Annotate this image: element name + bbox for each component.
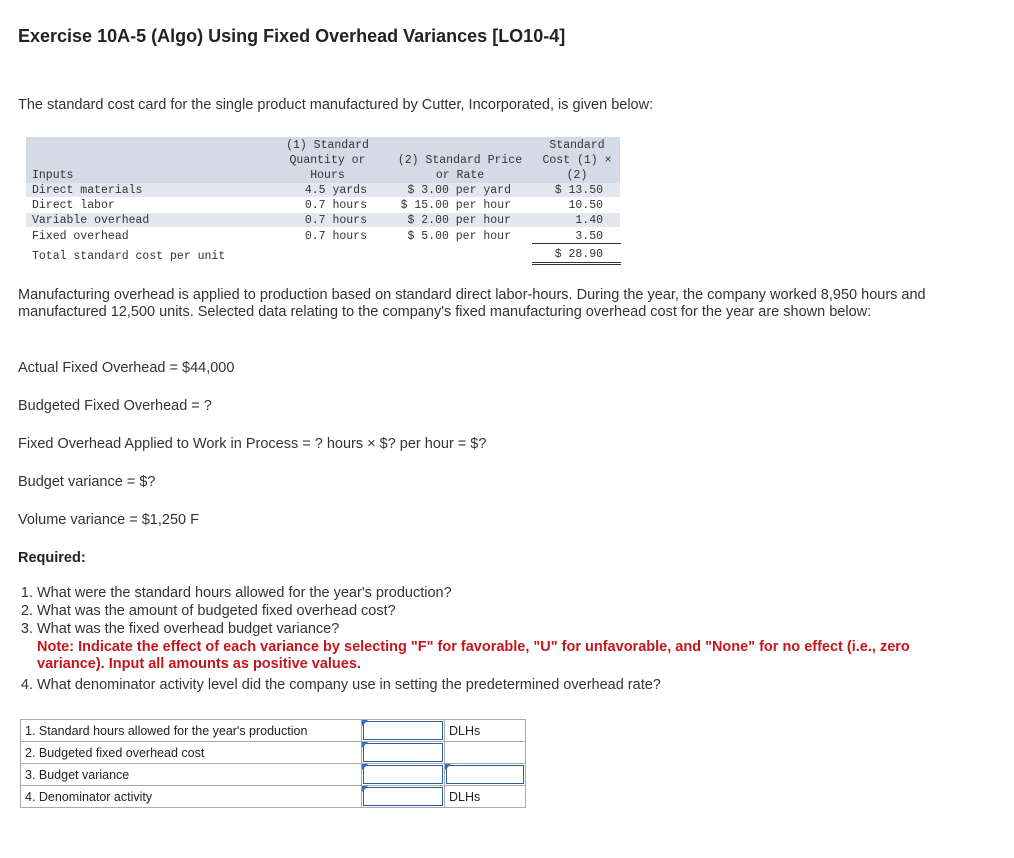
col3-header-line: Standard: [549, 139, 605, 152]
required-heading: Required:: [18, 550, 86, 566]
input-marker-icon: [445, 764, 451, 770]
answer-unit: [444, 741, 526, 764]
budgeted-fixed-overhead: Budgeted Fixed Overhead = ?: [18, 398, 212, 414]
answer-label: 2. Budgeted fixed overhead cost: [20, 741, 362, 764]
answer-label: 1. Standard hours allowed for the year's…: [20, 719, 362, 742]
col2-header-line: (2) Standard Price: [397, 154, 523, 167]
row-price: $ 15.00 per hour: [400, 199, 511, 212]
row-cost: 10.50: [568, 199, 603, 212]
total-label: Total standard cost per unit: [32, 250, 226, 263]
subtotal-rule: [532, 243, 621, 244]
instruction-note: Note: Indicate the effect of each varian…: [37, 639, 910, 672]
variance-effect-dropdown[interactable]: [446, 765, 524, 784]
row-price: $ 2.00 per hour: [407, 214, 511, 227]
answer-input-cell[interactable]: [361, 719, 445, 742]
intro-text: The standard cost card for the single pr…: [18, 97, 654, 113]
standard-hours-input[interactable]: [363, 721, 443, 740]
denominator-activity-input[interactable]: [363, 787, 443, 806]
row-quantity: 0.7 hours: [304, 230, 367, 243]
question-item: What was the amount of budgeted fixed ov…: [37, 602, 661, 620]
answer-table: 1. Standard hours allowed for the year's…: [20, 719, 526, 808]
budget-variance-line: Budget variance = $?: [18, 474, 156, 490]
answer-unit: DLHs: [444, 785, 526, 808]
row-quantity: 0.7 hours: [304, 214, 367, 227]
answer-input-cell[interactable]: [361, 763, 445, 786]
col3-header-line: (2): [566, 169, 588, 182]
answer-input-cell[interactable]: [361, 785, 445, 808]
volume-variance-line: Volume variance = $1,250 F: [18, 512, 199, 528]
row-cost: 1.40: [575, 214, 603, 227]
answer-row: 4. Denominator activity DLHs: [20, 785, 526, 808]
answer-unit: DLHs: [444, 719, 526, 742]
col3-header-line: Cost (1) ×: [542, 154, 612, 167]
col1-header-line: Hours: [310, 169, 345, 182]
question-item: What were the standard hours allowed for…: [37, 584, 661, 602]
row-quantity: 0.7 hours: [304, 199, 367, 212]
answer-row: 3. Budget variance: [20, 763, 526, 786]
input-marker-icon: [362, 786, 368, 792]
input-marker-icon: [362, 720, 368, 726]
row-label: Fixed overhead: [32, 230, 129, 243]
budget-variance-input[interactable]: [363, 765, 443, 784]
actual-fixed-overhead: Actual Fixed Overhead = $44,000: [18, 360, 235, 376]
col1-header-line: (1) Standard: [286, 139, 369, 152]
row-price: $ 3.00 per yard: [407, 184, 511, 197]
row-price: $ 5.00 per hour: [407, 230, 511, 243]
answer-input-cell[interactable]: [361, 741, 445, 764]
row-quantity: 4.5 yards: [304, 184, 367, 197]
budgeted-overhead-input[interactable]: [363, 743, 443, 762]
row-label: Direct labor: [32, 199, 115, 212]
answer-label: 4. Denominator activity: [20, 785, 362, 808]
total-double-rule: [532, 262, 621, 265]
answer-row: 2. Budgeted fixed overhead cost: [20, 741, 526, 764]
total-value: $ 28.90: [554, 248, 603, 261]
answer-row: 1. Standard hours allowed for the year's…: [20, 719, 526, 742]
question-item: What was the fixed overhead budget varia…: [37, 620, 661, 638]
col2-header-line: or Rate: [435, 169, 485, 182]
paragraph-overhead: Manufacturing overhead is applied to pro…: [18, 287, 926, 320]
variance-effect-select[interactable]: [444, 763, 526, 786]
exercise-title: Exercise 10A-5 (Algo) Using Fixed Overhe…: [18, 26, 566, 46]
row-cost: 3.50: [575, 230, 603, 243]
input-marker-icon: [362, 764, 368, 770]
input-marker-icon: [362, 742, 368, 748]
answer-label: 3. Budget variance: [20, 763, 362, 786]
col1-header-line: Quantity or: [289, 154, 366, 167]
row-label: Variable overhead: [32, 214, 150, 227]
inputs-header: Inputs: [32, 169, 74, 182]
question-item: What denominator activity level did the …: [37, 676, 661, 694]
row-cost: $ 13.50: [554, 184, 603, 197]
row-label: Direct materials: [32, 184, 143, 197]
fixed-overhead-applied: Fixed Overhead Applied to Work in Proces…: [18, 436, 487, 452]
